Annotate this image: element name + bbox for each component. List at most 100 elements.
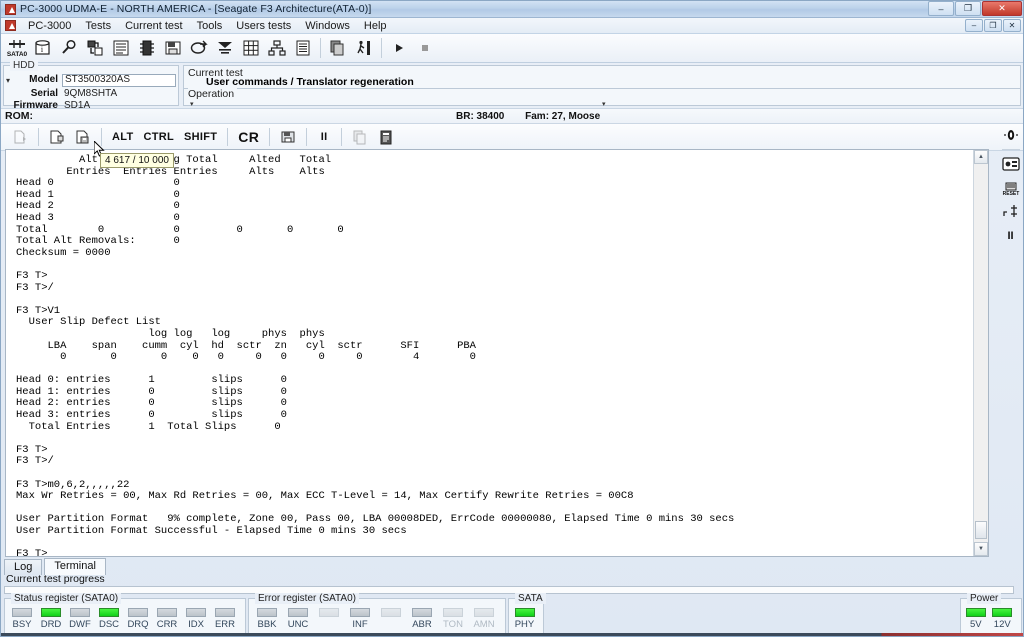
magnifier-icon[interactable] [56,36,81,61]
grid-icon[interactable] [238,36,263,61]
minimize-button[interactable]: – [928,1,954,16]
current-test-section: Current test User commands / Translator … [184,66,1020,88]
window-title: PC-3000 UDMA-E - NORTH AMERICA - [Seagat… [20,3,372,15]
alt-key-button[interactable]: ALT [107,126,138,148]
sata-led-label-phy: PHY [514,619,535,630]
carriage-return-button[interactable]: CR [233,126,264,148]
copy-icon[interactable] [325,36,350,61]
inner-restore-button[interactable]: ❐ [984,19,1002,32]
menu-item-users-tests[interactable]: Users tests [229,19,298,33]
chip-icon[interactable] [134,36,159,61]
drive-module-icon[interactable] [1000,153,1022,175]
hdd-selector-arrow-icon[interactable]: ▾ [6,76,10,85]
menu-bar: PC-3000 Tests Current test Tools Users t… [1,18,1023,34]
status-lamp-crr [157,608,177,617]
error-register-label: Error register (SATA0) [255,593,359,604]
pause-icon[interactable]: II [1000,225,1022,247]
status-led-dwf: DWF [67,608,93,630]
status-led-label-drq: DRQ [127,619,149,630]
shift-key-button[interactable]: SHIFT [179,126,222,148]
new-terminal-icon[interactable] [7,126,33,148]
progress-tooltip: 4 617 / 10 000 [100,153,174,168]
error-led-bbk: BBK [253,608,281,630]
status-lamp-dsc [99,608,119,617]
sata-lamp-phy [514,608,535,617]
pause-button[interactable]: II [312,126,336,148]
clipboard-icon[interactable] [373,126,399,148]
title-bar: PC-3000 UDMA-E - NORTH AMERICA - [Seagat… [1,1,1023,18]
copy-icon[interactable] [347,126,373,148]
error-lamp-ton [443,608,463,617]
status-register-panel: Status register (SATA0) BSY DRD DWF DSC [4,593,246,635]
scroll-down-icon[interactable]: ▼ [974,542,988,556]
error-led-amn: AMN [470,608,498,630]
sata-led-phy: PHY [513,608,536,630]
error-register-panel: Error register (SATA0) BBK UNC INF ABR T… [248,593,506,635]
hdd-group-label: HDD [10,60,38,71]
status-led-crr: CRR [154,608,180,630]
operation-left-marker-icon: ▾ [190,101,194,108]
app-logo-icon [5,3,16,15]
toolbar-separator [320,38,321,58]
save-disk-icon[interactable] [275,126,301,148]
ctrl-key-button[interactable]: CTRL [138,126,179,148]
funnel-icon[interactable] [212,36,237,61]
status-led-label-drd: DRD [40,619,62,630]
progress-bar [4,586,1014,594]
power-lamp-5v [965,608,986,617]
floppy-save-icon[interactable] [160,36,185,61]
rom-label: ROM: [5,110,33,122]
menu-item-tests[interactable]: Tests [78,19,118,33]
menu-item-pc3000[interactable]: PC-3000 [21,19,78,33]
status-led-label-err: ERR [214,619,236,630]
register-row-spacer [546,598,958,635]
power-toggle-icon[interactable] [1000,124,1022,146]
status-led-label-idx: IDX [188,619,204,630]
error-led-reserved-1 [315,608,343,619]
open-file-icon[interactable] [44,126,70,148]
inner-close-button[interactable]: ✕ [1003,19,1021,32]
sata0-port-icon[interactable]: SATA0 [4,36,29,61]
window-controls: – ❐ ✕ [928,1,1022,16]
hdd-field-serial: Serial 9QM8SHTA [8,88,176,100]
scroll-up-icon[interactable]: ▲ [974,150,988,164]
error-led-label-inf: INF [352,619,368,630]
hdd-model-value[interactable]: ST3500320AS [62,74,176,87]
drive-info-icon[interactable]: i [30,36,55,61]
terminal-scrollbar[interactable]: ▲ ▼ [973,150,988,556]
error-led-inf: INF [346,608,374,630]
close-button[interactable]: ✕ [982,1,1022,16]
list-lines-icon[interactable] [290,36,315,61]
svg-text:RESET: RESET [1002,191,1019,196]
status-led-dsc: DSC [96,608,122,630]
save-log-icon[interactable] [70,126,96,148]
menu-item-current-test[interactable]: Current test [118,19,189,33]
baud-rate-value: BR: 38400 [456,110,505,122]
network-icon[interactable] [264,36,289,61]
error-lamp-amn [474,608,494,617]
status-led-drq: DRQ [125,608,151,630]
play-icon[interactable] [386,36,411,61]
status-led-label-crr: CRR [156,619,178,630]
rom-separator-4 [269,128,271,146]
menu-item-tools[interactable]: Tools [190,19,230,33]
run-person-icon[interactable] [351,36,376,61]
menu-item-help[interactable]: Help [357,19,394,33]
progress-section: Current test progress [4,573,1018,594]
reset-icon[interactable]: RESET [1000,177,1022,199]
data-transfer-icon[interactable] [82,36,107,61]
export-icon[interactable] [186,36,211,61]
dock-separator [1001,149,1020,150]
hdd-model-label: Model [29,74,58,85]
test-list-icon[interactable] [108,36,133,61]
stop-icon[interactable] [412,36,437,61]
maximize-button[interactable]: ❐ [955,1,981,16]
terminal-output[interactable]: Alt Pending Total Alted Total Entries En… [6,150,973,556]
power-led-label-5v: 5V [969,619,982,630]
menu-item-windows[interactable]: Windows [298,19,357,33]
toolbar-separator-2 [381,38,382,58]
rom-separator-3 [227,128,229,146]
signal-probe-icon[interactable] [1000,201,1022,223]
inner-minimize-button[interactable]: – [965,19,983,32]
scrollbar-thumb[interactable] [975,521,987,539]
